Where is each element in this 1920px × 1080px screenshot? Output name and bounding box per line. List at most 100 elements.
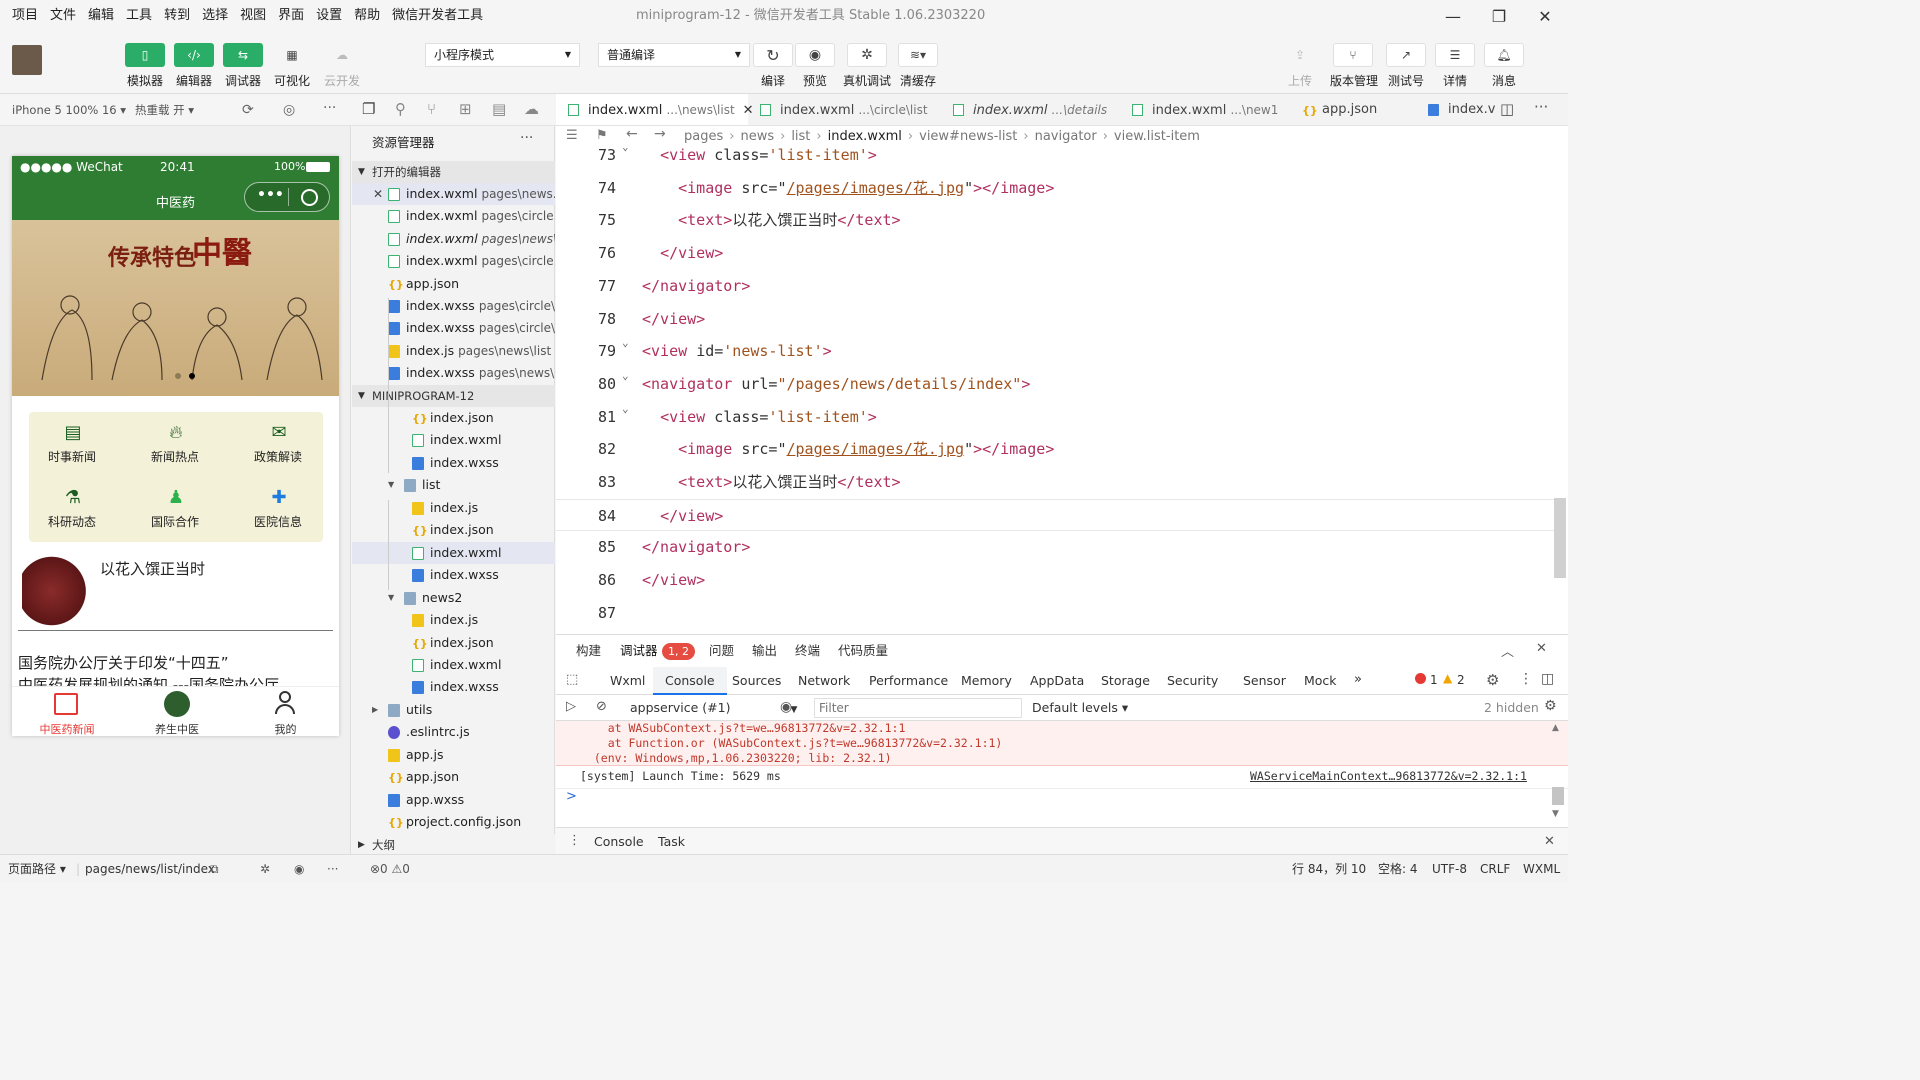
devtools-panel-tab[interactable]: Memory	[961, 667, 1012, 695]
editor-tab[interactable]: index.wxml ...\new1	[1120, 94, 1290, 125]
grid-item-label[interactable]: 科研动态	[27, 513, 117, 530]
code-line[interactable]: 73 ⌄ <view class='list-item'>	[556, 148, 1556, 172]
grid-item-label[interactable]: 时事新闻	[27, 448, 117, 465]
back-icon[interactable]: ←	[626, 126, 638, 142]
code-line[interactable]: 82 <image src="/pages/images/花.jpg"></im…	[556, 433, 1556, 466]
log-source-link[interactable]: WAServiceMainContext…96813772&v=2.32.1:1	[1250, 769, 1527, 783]
devtools-panel-tab[interactable]: Console	[653, 667, 727, 695]
line-ending[interactable]: CRLF	[1480, 855, 1510, 883]
folder-item[interactable]: ▼ news2	[352, 587, 555, 609]
menu-item[interactable]: 设置	[310, 0, 348, 32]
error-count[interactable]: 1	[1430, 673, 1438, 687]
file-item[interactable]: index.wxml	[352, 541, 555, 564]
menu-item[interactable]: 帮助	[348, 0, 386, 32]
console-settings-icon[interactable]: ⚙	[1544, 698, 1557, 714]
warning-count[interactable]: 2	[1457, 673, 1465, 687]
user-icon[interactable]	[274, 691, 296, 717]
tab-health[interactable]: 养生中医	[122, 721, 232, 736]
editor-more-icon[interactable]: ···	[1534, 98, 1548, 116]
capsule-menu[interactable]: •••	[244, 182, 330, 212]
cloud-sync-icon[interactable]: ☁	[524, 100, 539, 118]
scene-icon[interactable]: ✲	[260, 855, 270, 883]
scroll-down-icon[interactable]: ▼	[1552, 809, 1559, 819]
editor-tab[interactable]: index.v	[1416, 94, 1536, 125]
files-icon[interactable]: ❐	[362, 100, 375, 118]
news-icon[interactable]: ▤	[62, 422, 84, 444]
calendar-icon[interactable]	[54, 693, 78, 715]
project-header[interactable]: ▼ MINIPROGRAM-12	[352, 385, 555, 407]
code-line[interactable]: 74 <image src="/pages/images/花.jpg"></im…	[556, 172, 1556, 205]
close-miniprogram-icon[interactable]	[301, 189, 318, 206]
open-editor-item[interactable]: index.wxmlpages\circle...	[352, 205, 555, 227]
devtools-panel-tab[interactable]: Sources	[732, 667, 781, 695]
file-item[interactable]: index.wxml	[352, 654, 555, 676]
news-item-title-2[interactable]: 国务院办公厅关于印发“十四五”	[18, 652, 229, 673]
file-item[interactable]: {} index.json	[352, 632, 555, 654]
fold-chevron-icon[interactable]: ⌄	[622, 327, 629, 360]
breadcrumb-item[interactable]: navigator	[1035, 129, 1097, 144]
open-editor-item[interactable]: {} app.json	[352, 273, 555, 295]
menu-item[interactable]: 工具	[120, 0, 158, 32]
code-line[interactable]: 76 </view>	[556, 237, 1556, 270]
list-icon[interactable]: ☰	[566, 128, 578, 143]
menu-item[interactable]: 项目	[6, 0, 44, 32]
breadcrumb-item[interactable]: view#news-list	[919, 129, 1017, 144]
menu-item[interactable]: 选择	[196, 0, 234, 32]
outline-header[interactable]: ▶ 大纲	[352, 834, 555, 856]
hot-icon[interactable]: 🔥︎	[165, 422, 187, 444]
file-item[interactable]: index.wxss	[352, 676, 555, 698]
code-line[interactable]: 79 ⌄ <view id='news-list'>	[556, 335, 1556, 368]
menu-item[interactable]: 视图	[234, 0, 272, 32]
close-drawer-icon[interactable]: ✕	[1544, 834, 1555, 849]
open-editor-item[interactable]: index.wxsspages\circle\...	[352, 295, 555, 317]
open-editor-item[interactable]: index.wxsspages\news\...	[352, 362, 555, 384]
hot-reload-toggle[interactable]: 热重载 开 ▾	[135, 94, 194, 126]
bookmark-icon[interactable]: ⚑	[596, 128, 608, 143]
tab-news[interactable]: 中医药新闻	[12, 721, 122, 736]
scroll-up-icon[interactable]: ▲	[1552, 723, 1559, 733]
devtools-panel-tab[interactable]: Storage	[1101, 667, 1150, 695]
fold-chevron-icon[interactable]: ⌄	[622, 393, 629, 426]
test-id-button[interactable]: ↗	[1386, 43, 1426, 67]
code-line[interactable]: 75 <text>以花入馔正当时</text>	[556, 204, 1556, 237]
file-item[interactable]: index.js	[352, 609, 555, 631]
grid-item-label[interactable]: 政策解读	[233, 448, 323, 465]
code-line[interactable]: 81 ⌄ <view class='list-item'>	[556, 401, 1556, 434]
file-item[interactable]: index.wxml	[352, 429, 555, 451]
file-item[interactable]: app.js	[352, 744, 555, 766]
rotate-icon[interactable]: ⟳	[242, 102, 254, 118]
devtools-top-tab[interactable]: 问题	[709, 637, 734, 665]
close-panel-icon[interactable]: ✕	[1536, 641, 1547, 656]
devtools-panel-tab[interactable]: Security	[1167, 667, 1218, 695]
preview-eye-icon[interactable]: ◉	[294, 855, 304, 883]
copy-icon[interactable]: ⧉	[210, 855, 219, 883]
editor-tab[interactable]: {} app.json	[1290, 94, 1416, 125]
devtools-panel-tab[interactable]: Mock	[1304, 667, 1337, 695]
swiper-dot-active[interactable]	[189, 373, 195, 379]
close-tab-icon[interactable]: ✕	[373, 183, 383, 205]
chevron-down-icon[interactable]: ▼	[388, 474, 394, 496]
search-icon[interactable]: ⚲	[395, 100, 406, 118]
clear-cache-button[interactable]: ≋▾	[898, 43, 938, 67]
remote-debug-button[interactable]: ✲	[847, 43, 887, 67]
breadcrumb-item[interactable]: pages	[684, 129, 723, 144]
levels-select[interactable]: Default levels ▾	[1032, 700, 1128, 715]
open-editor-item[interactable]: index.js pages\news\list	[352, 340, 555, 362]
code-area[interactable]: 73 ⌄ <view class='list-item'> 74 <image sr…	[556, 148, 1556, 634]
editor-tab[interactable]: index.wxml ...\details	[941, 94, 1120, 125]
details-button[interactable]: ☰	[1435, 43, 1475, 67]
devtools-panel-tab[interactable]: Network	[798, 667, 850, 695]
file-item[interactable]: {} app.json	[352, 766, 555, 788]
more-dots-icon[interactable]: •••	[257, 187, 284, 203]
devtools-top-tab[interactable]: 代码质量	[838, 637, 888, 665]
grid-item-label[interactable]: 新闻热点	[130, 448, 220, 465]
avatar[interactable]	[12, 45, 42, 75]
code-line[interactable]: 78 </view>	[556, 303, 1556, 336]
problems-count[interactable]: ⊗0 ⚠0	[370, 855, 410, 883]
folder-item[interactable]: ▶ utils	[352, 699, 555, 721]
grid-item-label[interactable]: 国际合作	[130, 513, 220, 530]
clear-console-icon[interactable]: ⊘	[596, 699, 607, 714]
chevron-right-icon[interactable]: ▶	[372, 699, 378, 721]
code-line[interactable]: 83 <text>以花入馔正当时</text>	[556, 466, 1556, 499]
fold-chevron-icon[interactable]: ⌄	[622, 360, 629, 393]
